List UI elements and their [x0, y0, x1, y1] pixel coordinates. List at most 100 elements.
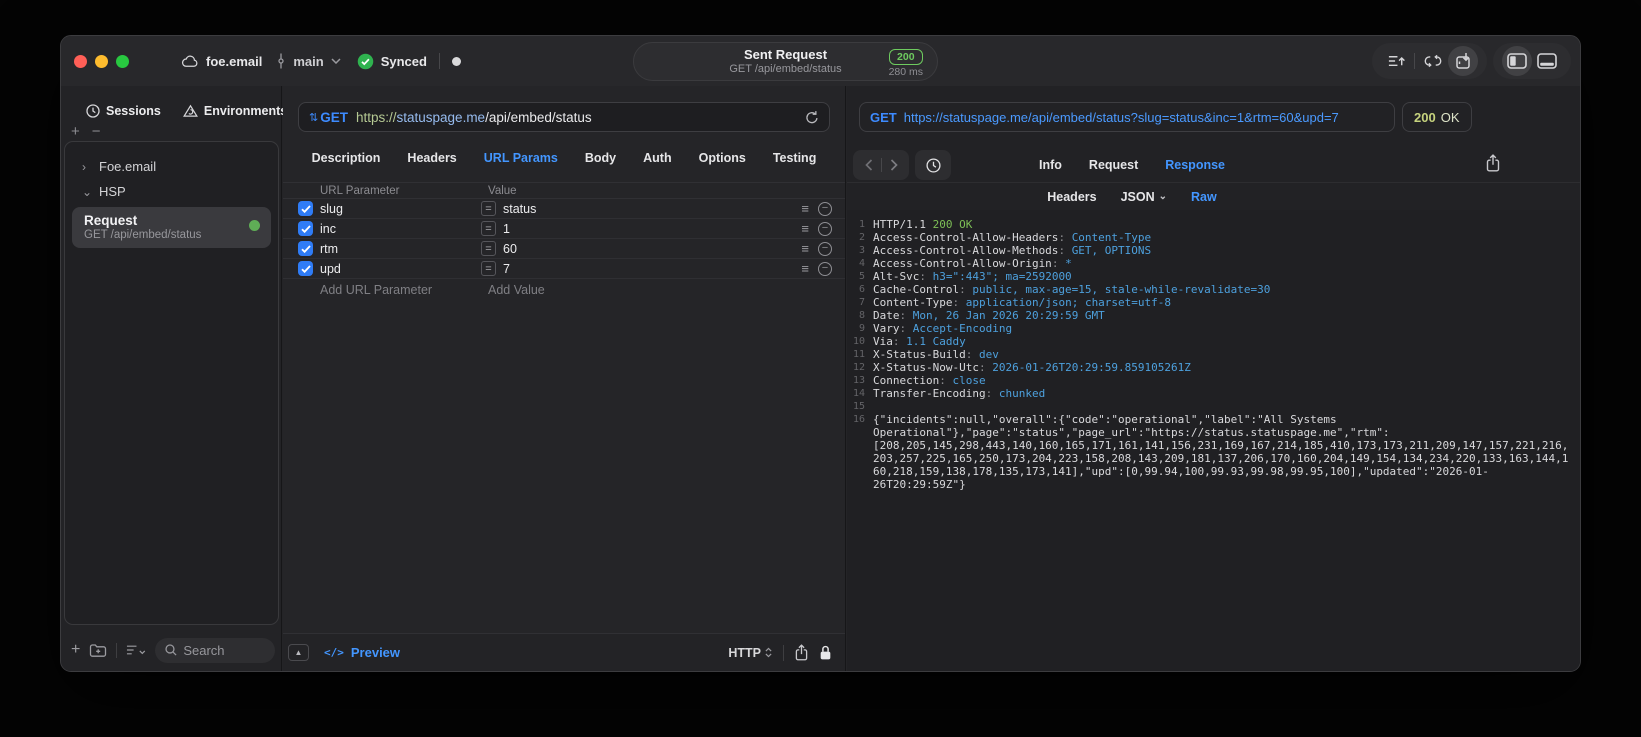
- panel-left-icon[interactable]: [1502, 46, 1532, 76]
- search-box[interactable]: [155, 637, 275, 663]
- sync-loop-icon[interactable]: [1418, 46, 1448, 76]
- add-param-name-placeholder[interactable]: Add URL Parameter: [320, 283, 488, 297]
- param-checkbox[interactable]: [298, 221, 313, 236]
- param-equals-icon[interactable]: =: [481, 221, 496, 236]
- param-value-field[interactable]: status: [503, 202, 536, 216]
- subtab-raw[interactable]: Raw: [1191, 190, 1217, 204]
- sync-label: Synced: [380, 53, 427, 69]
- tab-url-params[interactable]: URL Params: [484, 151, 558, 165]
- request-url-bar[interactable]: ⇅ GET https://statuspage.me/api/embed/st…: [298, 102, 830, 132]
- tab-headers[interactable]: Headers: [407, 151, 456, 165]
- line-number: 6: [858, 284, 865, 295]
- tab-auth[interactable]: Auth: [643, 151, 671, 165]
- response-toolbar: Info Request Response: [847, 148, 1580, 182]
- param-name-field[interactable]: upd: [320, 262, 481, 276]
- param-value-field[interactable]: 7: [503, 262, 510, 276]
- subtab-headers[interactable]: Headers: [1047, 190, 1096, 204]
- param-checkbox[interactable]: [298, 261, 313, 276]
- add-param-row[interactable]: Add URL Parameter Add Value: [283, 279, 845, 301]
- param-name-field[interactable]: slug: [320, 202, 481, 216]
- new-folder-icon[interactable]: [89, 643, 107, 658]
- param-options-icon[interactable]: ≡: [801, 261, 809, 276]
- request-status-dot: [249, 220, 260, 231]
- param-remove-icon[interactable]: −: [818, 241, 832, 256]
- sent-request-title: Sent Request: [743, 46, 828, 62]
- tree-item-hsp[interactable]: ⌄ HSP: [70, 179, 273, 204]
- app-window: foe.email main Synced Sent Request GET /…: [60, 35, 1581, 672]
- export-response-icon[interactable]: [1486, 154, 1500, 172]
- environments-label: Environments: [203, 104, 288, 118]
- tab-info[interactable]: Info: [1039, 158, 1062, 172]
- export-request-button[interactable]: [1381, 46, 1411, 76]
- tab-environments[interactable]: Environments: [182, 104, 288, 118]
- response-line: 16 {"incidents":null,"overall":{"code":"o…: [849, 413, 1574, 491]
- sync-status[interactable]: Synced: [357, 53, 427, 70]
- param-remove-icon[interactable]: −: [818, 221, 832, 236]
- param-equals-icon[interactable]: =: [481, 261, 496, 276]
- line-number: 7: [858, 297, 865, 308]
- line-number: 12: [852, 362, 865, 373]
- line-number: 5: [858, 271, 865, 282]
- import-response-button[interactable]: [1448, 46, 1478, 76]
- panel-bottom-icon[interactable]: [1532, 46, 1562, 76]
- response-lines: 1 HTTP/1.1 200 OK 2 Access-Control-Allow-He…: [849, 218, 1574, 491]
- sent-url: https://statuspage.me/api/embed/status?s…: [903, 109, 1339, 125]
- response-url-row: GET https://statuspage.me/api/embed/stat…: [847, 102, 1580, 132]
- param-checkbox[interactable]: [298, 201, 313, 216]
- response-line: 6 Cache-Control: public, max-age=15, stal…: [849, 283, 1574, 296]
- close-button[interactable]: [74, 54, 87, 68]
- sent-url-pill[interactable]: GET https://statuspage.me/api/embed/stat…: [859, 102, 1395, 132]
- layout-toggle-group: [1493, 43, 1571, 79]
- tab-testing[interactable]: Testing: [773, 151, 817, 165]
- request-tabs: Description Headers URL Params Body Auth Opti…: [283, 144, 845, 172]
- tree-item-foe-email[interactable]: › Foe.email: [70, 154, 273, 179]
- request-method[interactable]: GET: [320, 110, 348, 125]
- add-param-value-placeholder[interactable]: Add Value: [488, 283, 545, 297]
- param-value-field[interactable]: 1: [503, 222, 510, 236]
- param-remove-icon[interactable]: −: [818, 261, 832, 276]
- branch-selector[interactable]: main: [276, 53, 341, 69]
- tab-sessions[interactable]: Sessions: [86, 104, 161, 118]
- tab-request[interactable]: Request: [1089, 158, 1138, 172]
- subtab-json[interactable]: JSON ⌄: [1121, 190, 1167, 204]
- response-body-viewer[interactable]: 1 HTTP/1.1 200 OK 2 Access-Control-Allow-He…: [847, 210, 1580, 671]
- param-name-field[interactable]: rtm: [320, 242, 481, 256]
- preview-button[interactable]: </> Preview: [324, 645, 400, 660]
- tab-response[interactable]: Response: [1165, 158, 1225, 172]
- request-summary-pill[interactable]: Sent Request GET /api/embed/status 200 2…: [633, 42, 938, 81]
- cloud-icon: [181, 54, 199, 68]
- param-value-field[interactable]: 60: [503, 242, 517, 256]
- param-options-icon[interactable]: ≡: [801, 201, 809, 216]
- param-options-icon[interactable]: ≡: [801, 221, 809, 236]
- sidebar-item-request[interactable]: Request GET /api/embed/status: [72, 207, 271, 248]
- param-checkbox[interactable]: [298, 241, 313, 256]
- add-session-button[interactable]: +: [71, 124, 80, 140]
- tab-description[interactable]: Description: [312, 151, 381, 165]
- param-remove-icon[interactable]: −: [818, 201, 832, 216]
- add-item-button[interactable]: +: [71, 642, 80, 658]
- url-path: /api/embed/status: [485, 109, 592, 125]
- param-equals-icon[interactable]: =: [481, 241, 496, 256]
- tab-body[interactable]: Body: [585, 151, 616, 165]
- refresh-icon[interactable]: [805, 110, 819, 125]
- collapse-panel-icon[interactable]: ▲: [288, 644, 309, 661]
- response-status-pill: 200 OK: [1402, 102, 1472, 132]
- search-input[interactable]: [183, 642, 265, 658]
- check-circle-icon: [357, 53, 374, 70]
- param-name-field[interactable]: inc: [320, 222, 481, 236]
- tab-options[interactable]: Options: [699, 151, 746, 165]
- param-options-icon[interactable]: ≡: [801, 241, 809, 256]
- branch-icon: [276, 53, 286, 69]
- titlebar-separator: [438, 53, 440, 69]
- share-icon[interactable]: [795, 644, 808, 661]
- project-switcher[interactable]: foe.email: [181, 54, 262, 69]
- remove-session-button[interactable]: −: [92, 124, 101, 140]
- sort-filter-icon[interactable]: [126, 644, 146, 656]
- param-equals-icon[interactable]: =: [481, 201, 496, 216]
- format-select[interactable]: HTTP: [728, 646, 772, 660]
- branch-name: main: [293, 53, 324, 69]
- minimize-button[interactable]: [95, 54, 108, 68]
- response-line: 3 Access-Control-Allow-Methods: GET, OPTI…: [849, 244, 1574, 257]
- lock-icon[interactable]: [819, 644, 832, 661]
- zoom-button[interactable]: [116, 54, 129, 68]
